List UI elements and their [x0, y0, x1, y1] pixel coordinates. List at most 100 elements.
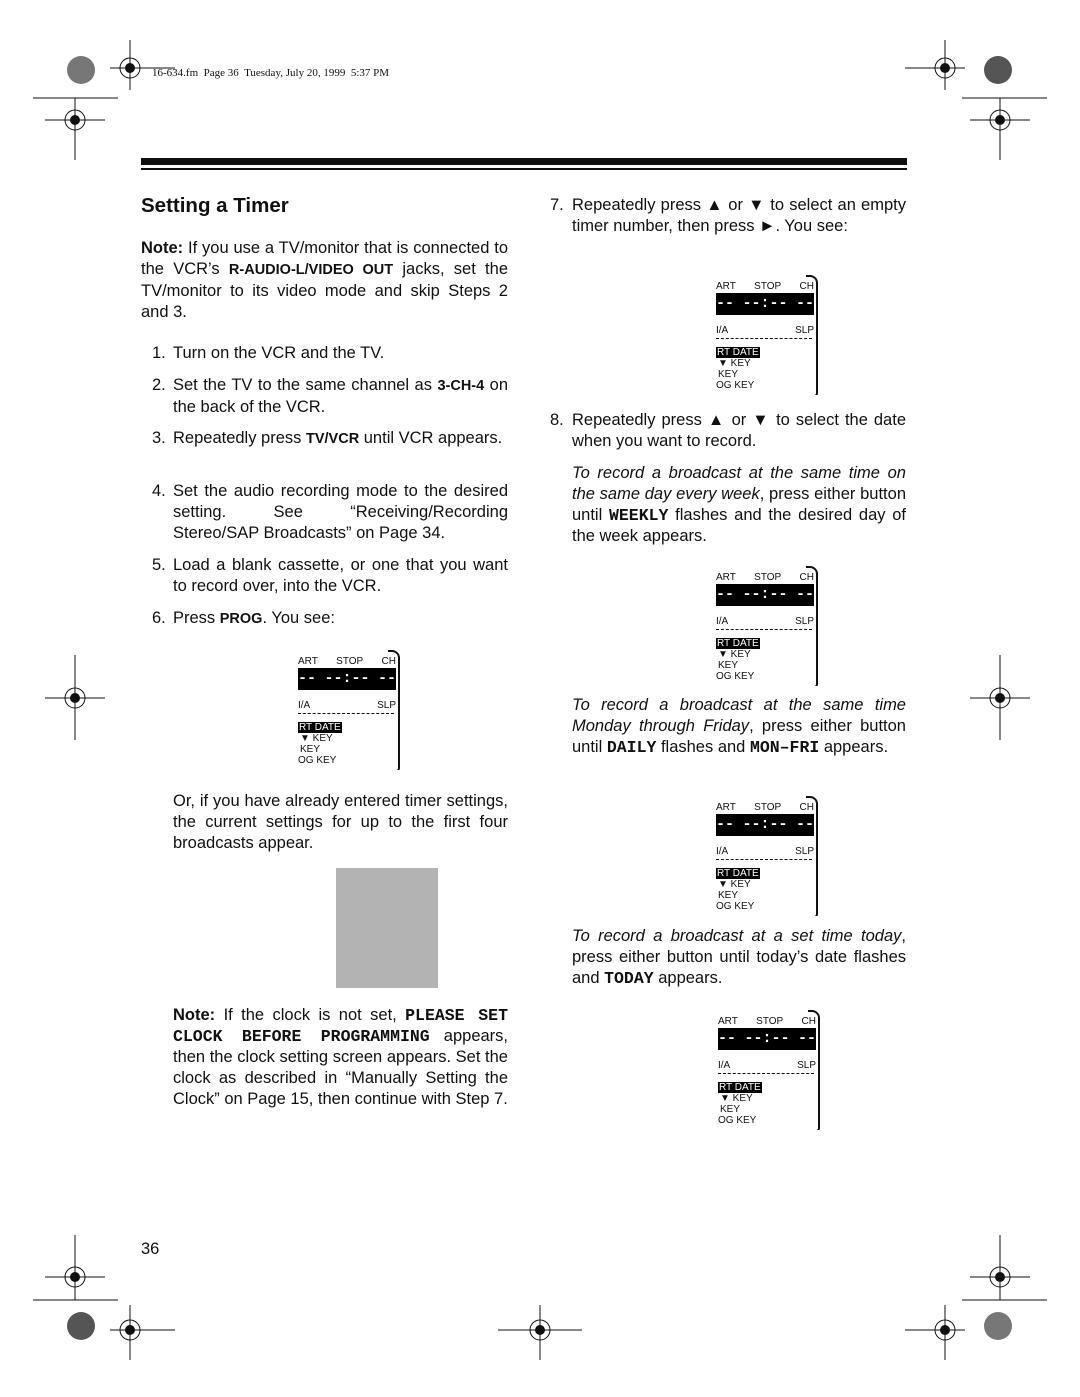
right-arrow-icon: ►	[759, 217, 776, 235]
slp-label: SLP	[797, 1060, 816, 1071]
dashed-divider	[298, 713, 394, 714]
display-mid-labels: I/A SLP	[718, 1060, 816, 1071]
stop-label: STOP	[754, 572, 782, 583]
step-text: Repeatedly press TV/VCR until VCR appear…	[173, 428, 508, 450]
key-label: ▼ KEY	[720, 1093, 753, 1104]
today-paragraph: To record a broadcast at a set time toda…	[572, 926, 906, 989]
step-number: 6.	[152, 609, 166, 627]
start-label: ART	[716, 572, 736, 583]
button-label: PROG	[219, 611, 263, 627]
start-date-label: RT DATE	[718, 1082, 762, 1093]
note-paragraph: Note: If you use a TV/monitor that is co…	[141, 238, 508, 323]
step-text: Turn on the VCR and the TV.	[173, 343, 508, 365]
button-label: TV/VCR	[306, 431, 360, 447]
step-text: Load a blank cassette, or one that you w…	[173, 555, 508, 598]
segment: --	[716, 295, 735, 312]
display-mid-labels: I/A SLP	[716, 846, 814, 857]
step-7-number: 7.	[550, 196, 564, 214]
step-number: 2.	[152, 376, 166, 394]
key-label: KEY	[718, 890, 739, 901]
key-label: KEY	[718, 660, 739, 671]
ch-label: CH	[799, 281, 814, 292]
segment-display: -- --:-- --	[716, 293, 814, 315]
prog-key-label: OG KEY	[718, 1115, 757, 1126]
jack-label: R-AUDIO-L/VIDEO OUT	[228, 262, 394, 278]
text: until VCR appears.	[359, 429, 503, 447]
segment-time: --:--	[744, 1030, 790, 1047]
segment: --	[795, 586, 814, 603]
ia-label: I/A	[718, 1060, 731, 1071]
display-message: MON–FRI	[749, 738, 820, 757]
segment: --	[718, 1030, 737, 1047]
step-text: Set the audio recording mode to the desi…	[173, 481, 508, 545]
segment-time: --:--	[742, 586, 788, 603]
start-date-label: RT DATE	[298, 722, 342, 733]
dashed-divider	[716, 338, 812, 339]
key-label: ▼ KEY	[718, 649, 751, 660]
up-arrow-icon: ▲	[707, 411, 726, 429]
key-label: ▼ KEY	[718, 879, 751, 890]
display-mid-labels: I/A SLP	[716, 616, 814, 627]
start-label: ART	[716, 802, 736, 813]
key-label: KEY	[300, 744, 321, 755]
step-number: 4.	[152, 482, 166, 500]
slp-label: SLP	[795, 325, 814, 336]
italic-text: To record a broadcast at a set time toda…	[572, 927, 902, 945]
weekly-paragraph: To record a broadcast at the same time o…	[572, 463, 906, 547]
vcr-display-screen: ART STOP CH -- --:-- -- I/A SLP RT DATE ▼ KEY…	[716, 796, 818, 916]
prog-key-label: OG KEY	[298, 755, 337, 766]
or-paragraph: Or, if you have already entered timer se…	[173, 792, 508, 852]
segment-display: -- --:-- --	[716, 584, 814, 606]
step-8-number: 8.	[550, 411, 564, 429]
text: Set the TV to the same channel as	[173, 376, 438, 394]
text: Set the audio recording mode to the desi…	[173, 482, 508, 542]
start-label: ART	[718, 1016, 738, 1027]
down-arrow-icon: ▼	[748, 196, 766, 214]
key-label: ▼ KEY	[300, 733, 333, 744]
note-label: Note:	[173, 1006, 216, 1024]
display-message: WEEKLY	[609, 506, 669, 525]
text: appears.	[653, 969, 723, 987]
segment: --	[795, 295, 814, 312]
page-number: 36	[141, 1240, 160, 1258]
vcr-display-screen: ART STOP CH -- --:-- -- I/A SLP RT DATE ▼ KEY…	[716, 275, 818, 395]
text: Turn on the VCR and the TV.	[173, 344, 385, 362]
display-top-labels: ART STOP CH	[718, 1016, 816, 1027]
slp-label: SLP	[795, 846, 814, 857]
segment-time: --:--	[742, 295, 788, 312]
slp-label: SLP	[795, 616, 814, 627]
segment: --	[795, 816, 814, 833]
segment-time: --:--	[324, 670, 370, 687]
display-mid-labels: I/A SLP	[716, 325, 814, 336]
text: or	[723, 196, 749, 214]
display-top-labels: ART STOP CH	[716, 802, 814, 813]
stop-label: STOP	[336, 656, 364, 667]
clock-note-paragraph: Note: If the clock is not set, PLEASE SE…	[173, 1005, 508, 1110]
segment-display: -- --:-- --	[716, 814, 814, 836]
display-top-labels: ART STOP CH	[716, 281, 814, 292]
text: appears.	[819, 738, 889, 756]
header-rule-thin	[141, 168, 907, 170]
prog-key-label: OG KEY	[716, 671, 755, 682]
start-date-label: RT DATE	[716, 347, 760, 358]
stop-label: STOP	[754, 802, 782, 813]
step-text: Press PROG. You see:	[173, 608, 508, 630]
start-date-label: RT DATE	[716, 638, 760, 649]
vcr-display-screen: ART STOP CH -- --:-- -- I/A SLP RT DATE ▼ KEY…	[298, 650, 400, 770]
text: Repeatedly press	[572, 196, 707, 214]
stop-label: STOP	[756, 1016, 784, 1027]
text: . You see:	[262, 609, 335, 627]
segment: --	[716, 586, 735, 603]
vcr-display-screen: ART STOP CH -- --:-- -- I/A SLP RT DATE ▼ KEY…	[718, 1010, 820, 1130]
text: If the clock is not set,	[215, 1006, 406, 1024]
text: Press	[173, 609, 220, 627]
step-number: 5.	[152, 556, 166, 574]
note-label: Note:	[141, 239, 184, 257]
stop-label: STOP	[754, 281, 782, 292]
display-message: DAILY	[606, 738, 657, 757]
text: Load a blank cassette, or one that you w…	[173, 556, 508, 595]
gray-image-placeholder	[336, 868, 438, 988]
step-text: Set the TV to the same channel as 3-CH-4…	[173, 375, 508, 418]
key-label: KEY	[718, 369, 739, 380]
display-top-labels: ART STOP CH	[716, 572, 814, 583]
